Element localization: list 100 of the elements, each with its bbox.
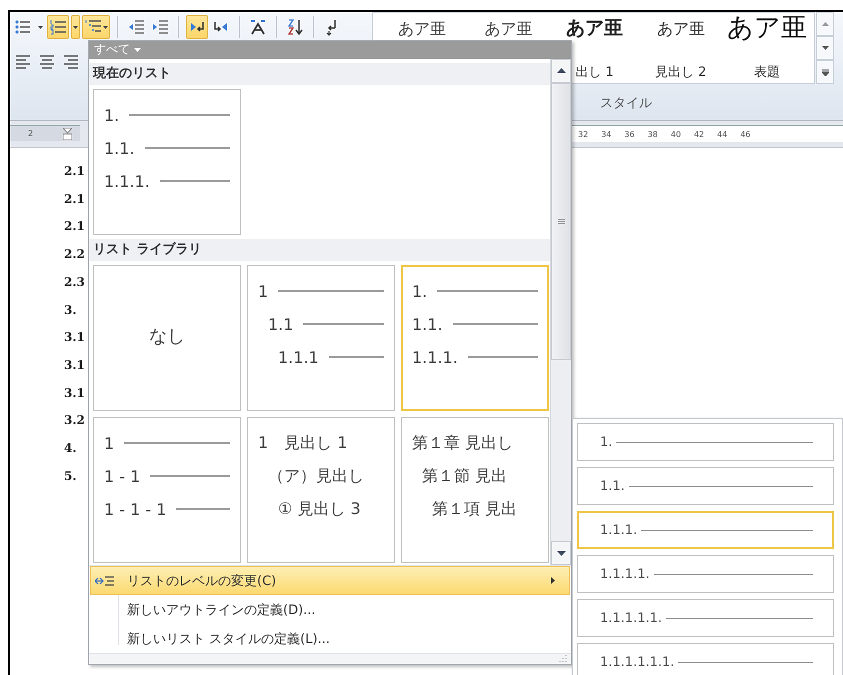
numbered-list-button[interactable]: [47, 15, 69, 39]
up-arrow-icon: [556, 68, 566, 74]
none-label: なし: [149, 324, 185, 348]
level-number: 1.1.1.: [104, 172, 150, 191]
section-heading: 現在のリスト: [89, 62, 550, 85]
level-number: 1.1.1.: [600, 522, 638, 538]
align-right-icon: [62, 53, 80, 71]
list-level-option[interactable]: 1.: [577, 423, 834, 461]
resize-grip-icon[interactable]: [559, 654, 567, 662]
style-sample[interactable]: あア亜: [398, 20, 446, 38]
more-icon: [822, 68, 828, 76]
menu-item[interactable]: リストのレベルの変更(C): [90, 566, 570, 596]
list-style-option[interactable]: 1 1 - 1 1 - 1 - 1: [93, 416, 241, 563]
level-number: 1 見出し 1: [258, 432, 348, 454]
heading-number: 3.: [64, 302, 77, 319]
level-number: 1 - 1: [104, 466, 140, 486]
ruler-number: 32: [578, 130, 588, 138]
heading-number: 3.1: [64, 384, 85, 402]
menu-item[interactable]: 新しいリスト スタイルの定義(L)...: [90, 624, 570, 654]
caret-icon: [134, 48, 141, 52]
ruler-number: 38: [648, 130, 658, 138]
level-number: 1.1: [268, 314, 294, 334]
style-sample[interactable]: あア亜: [484, 20, 532, 38]
level-number: 第１項 見出: [432, 498, 518, 520]
character-spacing-icon: [249, 18, 267, 36]
ruler-number: 42: [694, 130, 704, 138]
caret-icon: [38, 26, 43, 28]
style-label: 表題: [754, 64, 780, 82]
caret-icon: [73, 26, 78, 28]
list-level-option[interactable]: 1.1.: [577, 467, 834, 505]
ruler-number: 2: [28, 129, 34, 138]
list-style-option[interactable]: 1 見出し 1 （ア）見出し ① 見出し 3: [247, 416, 395, 563]
down-arrow-icon: [822, 46, 828, 50]
level-number: 1: [258, 282, 268, 301]
heading-number: 3.1: [64, 329, 85, 346]
ruler-number: 34: [601, 130, 612, 138]
ruler-number: 36: [624, 130, 635, 138]
list-style-option[interactable]: 1. 1.1. 1.1.1.: [93, 88, 241, 235]
menu-item[interactable]: 新しいアウトラインの定義(D)...: [90, 595, 570, 624]
numbered-list-icon: [49, 18, 67, 36]
level-number: 1.1.1.1.: [600, 566, 650, 582]
ruler-number: 40: [670, 130, 681, 138]
heading-number: 2.1: [64, 190, 85, 208]
list-style-option[interactable]: なし: [93, 264, 241, 411]
heading-number: 2.3: [64, 274, 85, 291]
scroll-down-button[interactable]: [816, 36, 834, 60]
list-style-option[interactable]: 1. 1.1. 1.1.1.: [401, 264, 549, 411]
list-style-option[interactable]: 1 1.1 1.1.1: [247, 264, 395, 411]
list-level-option[interactable]: 1.1.1.1.: [577, 555, 834, 593]
level-number: ① 見出し 3: [278, 498, 361, 520]
up-arrow-icon: [822, 22, 828, 26]
heading-number: 4.: [64, 440, 77, 458]
left-to-right-button[interactable]: [186, 15, 208, 39]
submenu-arrow-icon: [551, 577, 555, 584]
style-label: 見出し 2: [655, 64, 706, 82]
level-number: 1.1.1.: [412, 348, 458, 367]
increase-indent-icon: [151, 18, 169, 36]
heading-number: 2.2: [64, 246, 85, 264]
multilevel-list-button[interactable]: [82, 15, 110, 39]
list-style-option[interactable]: 第１章 見出し 第１節 見出 第１項 見出: [401, 416, 549, 563]
down-arrow-icon: [556, 550, 566, 556]
level-number: 1.: [104, 106, 120, 125]
more-styles-button[interactable]: [816, 60, 834, 84]
level-number: 1.1.1.1.1.: [600, 610, 662, 626]
caret-icon: [103, 26, 108, 28]
style-sample[interactable]: あア亜: [727, 14, 807, 44]
section-heading: リスト ライブラリ: [89, 238, 550, 261]
heading-number: 2.1: [64, 218, 85, 236]
align-left-icon: [14, 53, 32, 71]
bullet-list-icon: [14, 18, 32, 36]
dropdown-button[interactable]: [71, 15, 80, 39]
level-number: 1.1.: [600, 478, 625, 494]
heading-number: 5.: [64, 468, 77, 485]
style-sample[interactable]: あア亜: [656, 20, 705, 38]
level-number: 第１章 見出し: [412, 432, 514, 454]
heading-number: 3.2: [64, 412, 85, 430]
indent-marker-icon[interactable]: [63, 128, 72, 140]
level-number: 1.1.1: [278, 348, 319, 367]
level-number: 1.1.: [104, 138, 135, 158]
list-level-option[interactable]: 1.1.1.: [577, 511, 834, 549]
style-sample[interactable]: あア亜: [566, 18, 623, 40]
style-label: 出し 1: [575, 64, 614, 82]
heading-number: 2.1: [64, 163, 85, 180]
scroll-thumb[interactable]: [551, 82, 571, 360]
level-number: 1.: [412, 282, 428, 301]
list-level-icon: [95, 574, 115, 587]
scroll-down-button[interactable]: [551, 541, 571, 566]
scroll-up-button[interactable]: [551, 58, 571, 83]
level-number: （ア）見出し: [268, 466, 364, 487]
list-level-option[interactable]: 1.1.1.1.1.1.: [577, 643, 834, 675]
level-number: 1.1.1.1.1.1.: [600, 654, 674, 670]
align-center-icon: [38, 53, 56, 71]
list-level-option[interactable]: 1.1.1.1.1.: [577, 599, 834, 637]
decrease-indent-icon: [127, 18, 145, 36]
level-number: 1 - 1 - 1: [104, 500, 166, 519]
ruler-number: 46: [740, 130, 750, 138]
grip-icon: [558, 218, 564, 224]
level-number: 1: [104, 434, 114, 453]
group-label: スタイル: [600, 95, 652, 112]
sort-icon: [286, 18, 304, 36]
